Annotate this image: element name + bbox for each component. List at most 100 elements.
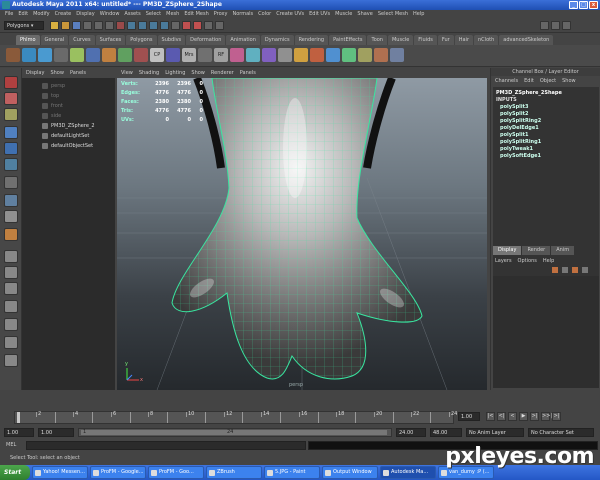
taskbar-item-5-jpg-paint[interactable]: 5.JPG - Paint [264,466,320,479]
mask-icon[interactable] [116,21,125,30]
shelf-tab-dynamics[interactable]: Dynamics [260,35,294,45]
render-settings-icon[interactable] [204,21,213,30]
taskbar-item-autodesk-ma[interactable]: Autodesk Ma... [380,466,436,479]
time-ruler[interactable]: 2 4 6 8 10 12 14 16 18 20 22 24 [14,411,457,424]
shelf-tab-curves[interactable]: Curves [69,35,95,45]
outliner-item[interactable]: side [42,112,61,120]
shelf-mrs-button[interactable]: Mrs [182,48,196,62]
shelf-tab-general[interactable]: General [40,35,69,45]
select-hierarchy-icon[interactable] [83,21,92,30]
step-back-button[interactable]: < [508,412,517,421]
snap-grid-icon[interactable] [127,21,136,30]
layout-graph-icon[interactable] [4,300,18,313]
shelf-menu-icon[interactable] [6,48,20,62]
input-node[interactable]: polySplit2 [496,111,596,118]
shelf-tool-icon[interactable] [38,48,52,62]
layout-two-icon[interactable] [4,336,18,349]
shelf-tab-muscle[interactable]: Muscle [387,35,414,45]
step-forward-key-button[interactable]: >>| [541,412,552,421]
viewport-menu-view[interactable]: View [121,68,133,78]
start-button[interactable]: Start [0,465,30,480]
menu-select-mesh[interactable]: Select Mesh [378,10,408,19]
history-icon[interactable] [171,21,180,30]
playback-end-field[interactable]: 24.00 [396,428,426,437]
layer-move-icon[interactable] [581,266,589,274]
channel-menu-object[interactable]: Object [540,76,556,86]
shelf-tool-icon[interactable] [166,48,180,62]
menu-window[interactable]: Window [100,10,120,19]
menu-assets[interactable]: Assets [124,10,140,19]
viewport[interactable]: Verts: 2396 2396 0 Edges: 4776 4776 0 Faces: 2380… [117,78,487,390]
channel-menu-channels[interactable]: Channels [495,76,518,86]
shelf-tab-phlmo[interactable]: Phlmo [16,35,40,45]
shelf-tool-icon[interactable] [278,48,292,62]
menu-muscle[interactable]: Muscle [335,10,352,19]
layer-menu-layers[interactable]: Layers [495,257,512,265]
shelf-tool-icon[interactable] [230,48,244,62]
shelf-cp-button[interactable]: CP [150,48,164,62]
layer-tab-display[interactable]: Display [493,246,522,255]
shelf-tool-icon[interactable] [326,48,340,62]
snap-curve-icon[interactable] [138,21,147,30]
layer-menu-help[interactable]: Help [543,257,554,265]
outliner-item[interactable]: defaultObjectSet [42,142,93,150]
menu-edit[interactable]: Edit [18,10,28,19]
menu-display[interactable]: Display [76,10,94,19]
attribute-editor-toggle-icon[interactable] [540,21,549,30]
outliner-item[interactable]: persp [42,82,65,90]
selected-object-name[interactable]: PM3D_ZSphere_2Shape [496,89,596,97]
input-node[interactable]: polyDelEdge1 [496,125,596,132]
outliner-item[interactable]: front [42,102,63,110]
menu-edit-uvs[interactable]: Edit UVs [309,10,330,19]
move-tool-icon[interactable] [4,126,18,139]
layer-menu-options[interactable]: Options [518,257,537,265]
new-scene-icon[interactable] [50,21,59,30]
shelf-tool-icon[interactable] [86,48,100,62]
menu-edit-mesh[interactable]: Edit Mesh [184,10,208,19]
shelf-tool-icon[interactable] [22,48,36,62]
shelf-tab-polygons[interactable]: Polygons [126,35,157,45]
animation-end-field[interactable]: 48.00 [430,428,462,437]
taskbar-item-output-window[interactable]: Output Window [322,466,378,479]
maximize-button[interactable]: □ [579,1,588,9]
input-node[interactable]: polySplitRing1 [496,139,596,146]
layer-options-icon[interactable] [571,266,579,274]
shelf-tool-icon[interactable] [294,48,308,62]
menu-normals[interactable]: Normals [232,10,253,19]
shelf-tool-icon[interactable] [390,48,404,62]
viewport-menu-show[interactable]: Show [191,68,205,78]
outliner-menu-show[interactable]: Show [50,68,64,78]
input-node[interactable]: polySplitRing2 [496,118,596,125]
play-forward-button[interactable]: ▶ [519,412,528,421]
menu-file[interactable]: File [5,10,13,19]
shelf-tool-icon[interactable] [198,48,212,62]
soft-mod-tool-icon[interactable] [4,194,18,207]
select-component-icon[interactable] [105,21,114,30]
outliner-menu-display[interactable]: Display [26,68,44,78]
viewport-menu-shading[interactable]: Shading [139,68,159,78]
outliner-item[interactable]: defaultLightSet [42,132,89,140]
layer-tab-anim[interactable]: Anim [551,246,575,255]
layout-four-icon[interactable] [4,266,18,279]
channel-menu-edit[interactable]: Edit [524,76,534,86]
shelf-tool-icon[interactable] [262,48,276,62]
go-to-start-button[interactable]: |< [486,412,495,421]
layout-outliner-icon[interactable] [4,354,18,367]
menu-color[interactable]: Color [258,10,271,19]
layout-hypershade-icon[interactable] [4,318,18,331]
snap-view-icon[interactable] [160,21,169,30]
menu-help[interactable]: Help [413,10,424,19]
minimize-button[interactable]: _ [569,1,578,9]
universal-manipulator-icon[interactable] [4,176,18,189]
go-to-end-button[interactable]: >| [552,412,561,421]
shelf-tool-icon[interactable] [134,48,148,62]
layer-tab-render[interactable]: Render [522,246,551,255]
shelf-tab-rendering[interactable]: Rendering [294,35,329,45]
menu-create[interactable]: Create [55,10,72,19]
step-back-key-button[interactable]: <| [497,412,506,421]
paint-select-tool-icon[interactable] [4,108,18,121]
input-node[interactable]: polySplit1 [496,132,596,139]
input-node[interactable]: polySplit3 [496,104,596,111]
taskbar-item-profm-goo[interactable]: ProFM - Goo... [148,466,204,479]
playback-start-field[interactable]: 1.00 [38,428,74,437]
